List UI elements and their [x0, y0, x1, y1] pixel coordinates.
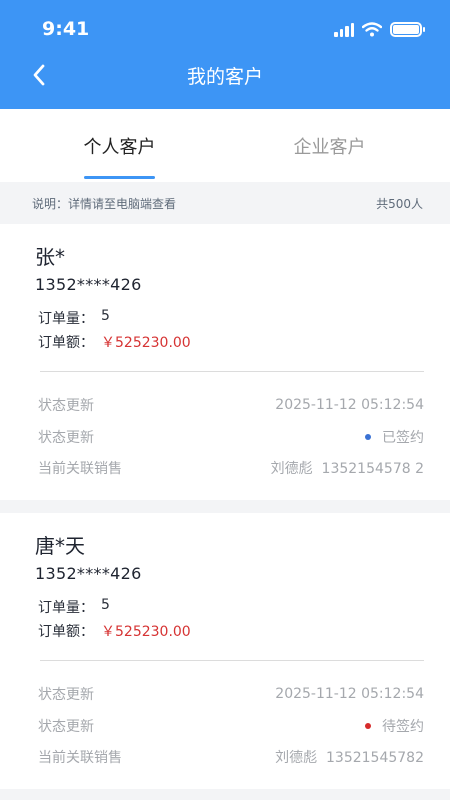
- order-count-label: 订单量：: [38, 311, 94, 327]
- sales-value: 刘德彪 1352154578 2: [270, 461, 424, 477]
- status-update-label: 状态更新: [38, 687, 94, 703]
- sales-row: 当前关联销售 刘德彪 1352154578 2: [38, 458, 424, 478]
- page-title: 我的客户: [186, 66, 263, 88]
- status-update-time: 2025-11-12 05:12:54: [275, 397, 424, 413]
- order-amount-row: 订单额： ￥525230.00: [38, 332, 191, 352]
- info-bar: 说明：详情请至电脑端查看 共500人: [0, 182, 450, 224]
- wifi-icon: [362, 22, 382, 37]
- customer-name: 唐*天: [35, 534, 85, 558]
- status-update-label: 状态更新: [38, 398, 94, 414]
- sales-label: 当前关联销售: [38, 461, 122, 477]
- signal-icon: [334, 22, 354, 37]
- status-text: 待签约: [382, 719, 424, 735]
- status-update-row: 状态更新 2025-11-12 05:12:54: [38, 684, 424, 704]
- customer-name: 张*: [35, 245, 65, 269]
- customer-phone: 1352****426: [35, 564, 142, 583]
- order-amount-label: 订单额：: [38, 335, 94, 351]
- order-count-row: 订单量： 5: [38, 597, 110, 617]
- status-label: 状态更新: [38, 430, 94, 446]
- order-amount-value: ￥525230.00: [101, 335, 191, 351]
- top-bar: 9:41 我的客户: [0, 0, 450, 109]
- info-note: 说明：详情请至电脑端查看: [32, 196, 177, 211]
- order-amount-row: 订单额： ￥525230.00: [38, 621, 191, 641]
- tab-personal-customers[interactable]: 个人客户: [7, 133, 232, 159]
- status-label: 状态更新: [38, 719, 94, 735]
- status-value: 待签约: [365, 716, 424, 736]
- battery-icon: [390, 22, 425, 37]
- status-text: 已签约: [382, 430, 424, 446]
- status-update-row: 状态更新 2025-11-12 05:12:54: [38, 395, 424, 415]
- pending-status-dot: [365, 723, 371, 729]
- tab-enterprise-customers[interactable]: 企业客户: [217, 133, 442, 159]
- order-amount-value: ￥525230.00: [101, 624, 191, 640]
- order-count-row: 订单量： 5: [38, 308, 110, 328]
- customer-card[interactable]: 张* 1352****426 订单量： 5 订单额： ￥525230.00 状态…: [0, 224, 450, 500]
- sales-value: 刘德彪 13521545782: [275, 750, 424, 766]
- signed-status-dot: [365, 434, 371, 440]
- order-amount-label: 订单额：: [38, 624, 94, 640]
- order-count-label: 订单量：: [38, 600, 94, 616]
- status-row: 状态更新 已签约: [38, 427, 424, 447]
- divider: [40, 371, 424, 372]
- status-time: 9:41: [42, 18, 90, 40]
- status-icons: [334, 22, 425, 37]
- customer-card[interactable]: 唐*天 1352****426 订单量： 5 订单额： ￥525230.00 状…: [0, 513, 450, 789]
- sales-label: 当前关联销售: [38, 750, 122, 766]
- total-count: 共500人: [376, 196, 423, 211]
- active-tab-indicator: [84, 176, 155, 179]
- order-count-value: 5: [101, 308, 110, 324]
- divider: [40, 660, 424, 661]
- sales-row: 当前关联销售 刘德彪 13521545782: [38, 747, 424, 767]
- customer-phone: 1352****426: [35, 275, 142, 294]
- status-row: 状态更新 待签约: [38, 716, 424, 736]
- status-update-time: 2025-11-12 05:12:54: [275, 686, 424, 702]
- status-value: 已签约: [365, 427, 424, 447]
- customer-tabs: 个人客户 企业客户: [0, 109, 450, 182]
- order-count-value: 5: [101, 597, 110, 613]
